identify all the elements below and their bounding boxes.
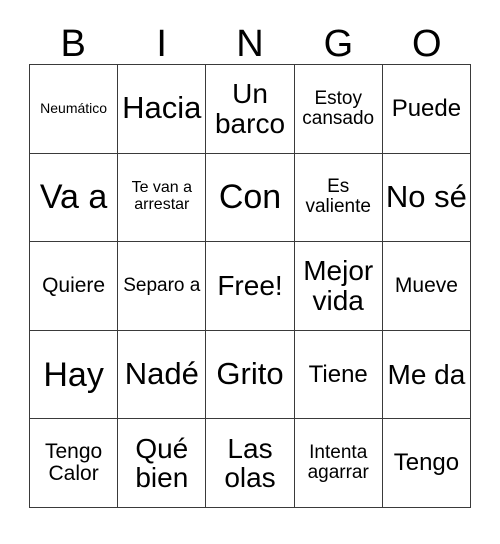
bingo-cell-label: Hay: [43, 355, 104, 394]
bingo-cell[interactable]: Separo a: [118, 242, 207, 331]
bingo-cell[interactable]: Estoy cansado: [294, 65, 383, 154]
bingo-cell[interactable]: Es valiente: [294, 153, 383, 243]
bingo-cell-label: Separo a: [123, 274, 201, 296]
bingo-cell[interactable]: Mejor vida: [294, 242, 383, 331]
bingo-header-row: B I N G O: [29, 16, 471, 64]
bingo-cell-label: Tengo Calor: [44, 439, 103, 486]
bingo-cell[interactable]: Quiere: [30, 242, 119, 331]
bingo-row: Neumático Hacia Un barco Estoy cansado P…: [30, 65, 472, 154]
bingo-free-space-cell[interactable]: Free!: [206, 242, 295, 331]
bingo-cell-label: Con: [218, 178, 282, 217]
bingo-cell[interactable]: Hacia: [118, 65, 207, 154]
bingo-header-letter-g: G: [323, 23, 354, 65]
bingo-cell-label: Tengo: [393, 449, 460, 477]
bingo-cell-label: Estoy cansado: [302, 87, 375, 129]
bingo-row: Quiere Separo a Free! Mejor vida Mueve: [30, 242, 472, 331]
bingo-header-letter-o: O: [412, 23, 442, 65]
bingo-cell[interactable]: Tengo: [382, 419, 472, 508]
bingo-card: B I N G O Neumático Hacia Un barco Estoy…: [29, 16, 472, 508]
bingo-cell[interactable]: No sé: [382, 153, 472, 243]
bingo-cell[interactable]: Mueve: [382, 242, 472, 331]
bingo-cell[interactable]: Me da: [382, 330, 472, 420]
bingo-cell[interactable]: Intenta agarrar: [294, 419, 383, 508]
bingo-header-letter-b: B: [60, 23, 86, 65]
bingo-cell-label: Mueve: [394, 273, 458, 297]
bingo-header-letter-i: I: [156, 23, 167, 65]
bingo-cell-label: Puede: [391, 95, 462, 123]
bingo-cell[interactable]: Tengo Calor: [30, 419, 119, 508]
bingo-cell-label: Intenta agarrar: [307, 442, 369, 484]
bingo-free-space-label: Free!: [217, 270, 283, 302]
bingo-cell[interactable]: Qué bien: [118, 419, 207, 508]
bingo-cell[interactable]: Grito: [206, 330, 295, 420]
bingo-cell-label: Va a: [39, 178, 108, 217]
bingo-cell-label: Mejor vida: [303, 255, 374, 316]
bingo-grid: Neumático Hacia Un barco Estoy cansado P…: [29, 64, 472, 508]
bingo-cell-label: Grito: [216, 356, 284, 392]
bingo-cell-label: Las olas: [224, 432, 276, 494]
bingo-cell[interactable]: Va a: [30, 153, 119, 243]
bingo-header-letter-n: N: [236, 23, 264, 65]
bingo-cell[interactable]: Neumático: [30, 65, 119, 154]
bingo-cell[interactable]: Las olas: [206, 419, 295, 508]
bingo-cell[interactable]: Hay: [30, 330, 119, 420]
bingo-cell-label: Quiere: [42, 273, 106, 297]
bingo-cell-label: Te van a arrestar: [131, 179, 193, 214]
bingo-cell-label: Hacia: [122, 90, 202, 126]
bingo-row: Va a Te van a arrestar Con Es valiente N…: [30, 153, 472, 243]
bingo-cell-label: No sé: [385, 178, 467, 214]
bingo-cell-label: Qué bien: [135, 432, 189, 494]
bingo-row: Hay Nadé Grito Tiene Me da: [30, 330, 472, 420]
bingo-cell-label: Es valiente: [305, 176, 371, 218]
bingo-cell-label: Me da: [387, 358, 466, 390]
bingo-cell[interactable]: Con: [206, 153, 295, 243]
bingo-cell[interactable]: Nadé: [118, 330, 207, 420]
bingo-cell[interactable]: Tiene: [294, 330, 383, 420]
bingo-cell-label: Un barco: [214, 78, 286, 139]
bingo-row: Tengo Calor Qué bien Las olas Intenta ag…: [30, 419, 472, 508]
bingo-cell[interactable]: Te van a arrestar: [118, 153, 207, 243]
bingo-cell[interactable]: Puede: [382, 65, 472, 154]
bingo-cell-label: Tiene: [308, 360, 368, 388]
bingo-cell-label: Neumático: [40, 100, 108, 117]
bingo-cell-label: Nadé: [124, 356, 199, 392]
bingo-cell[interactable]: Un barco: [206, 65, 295, 154]
